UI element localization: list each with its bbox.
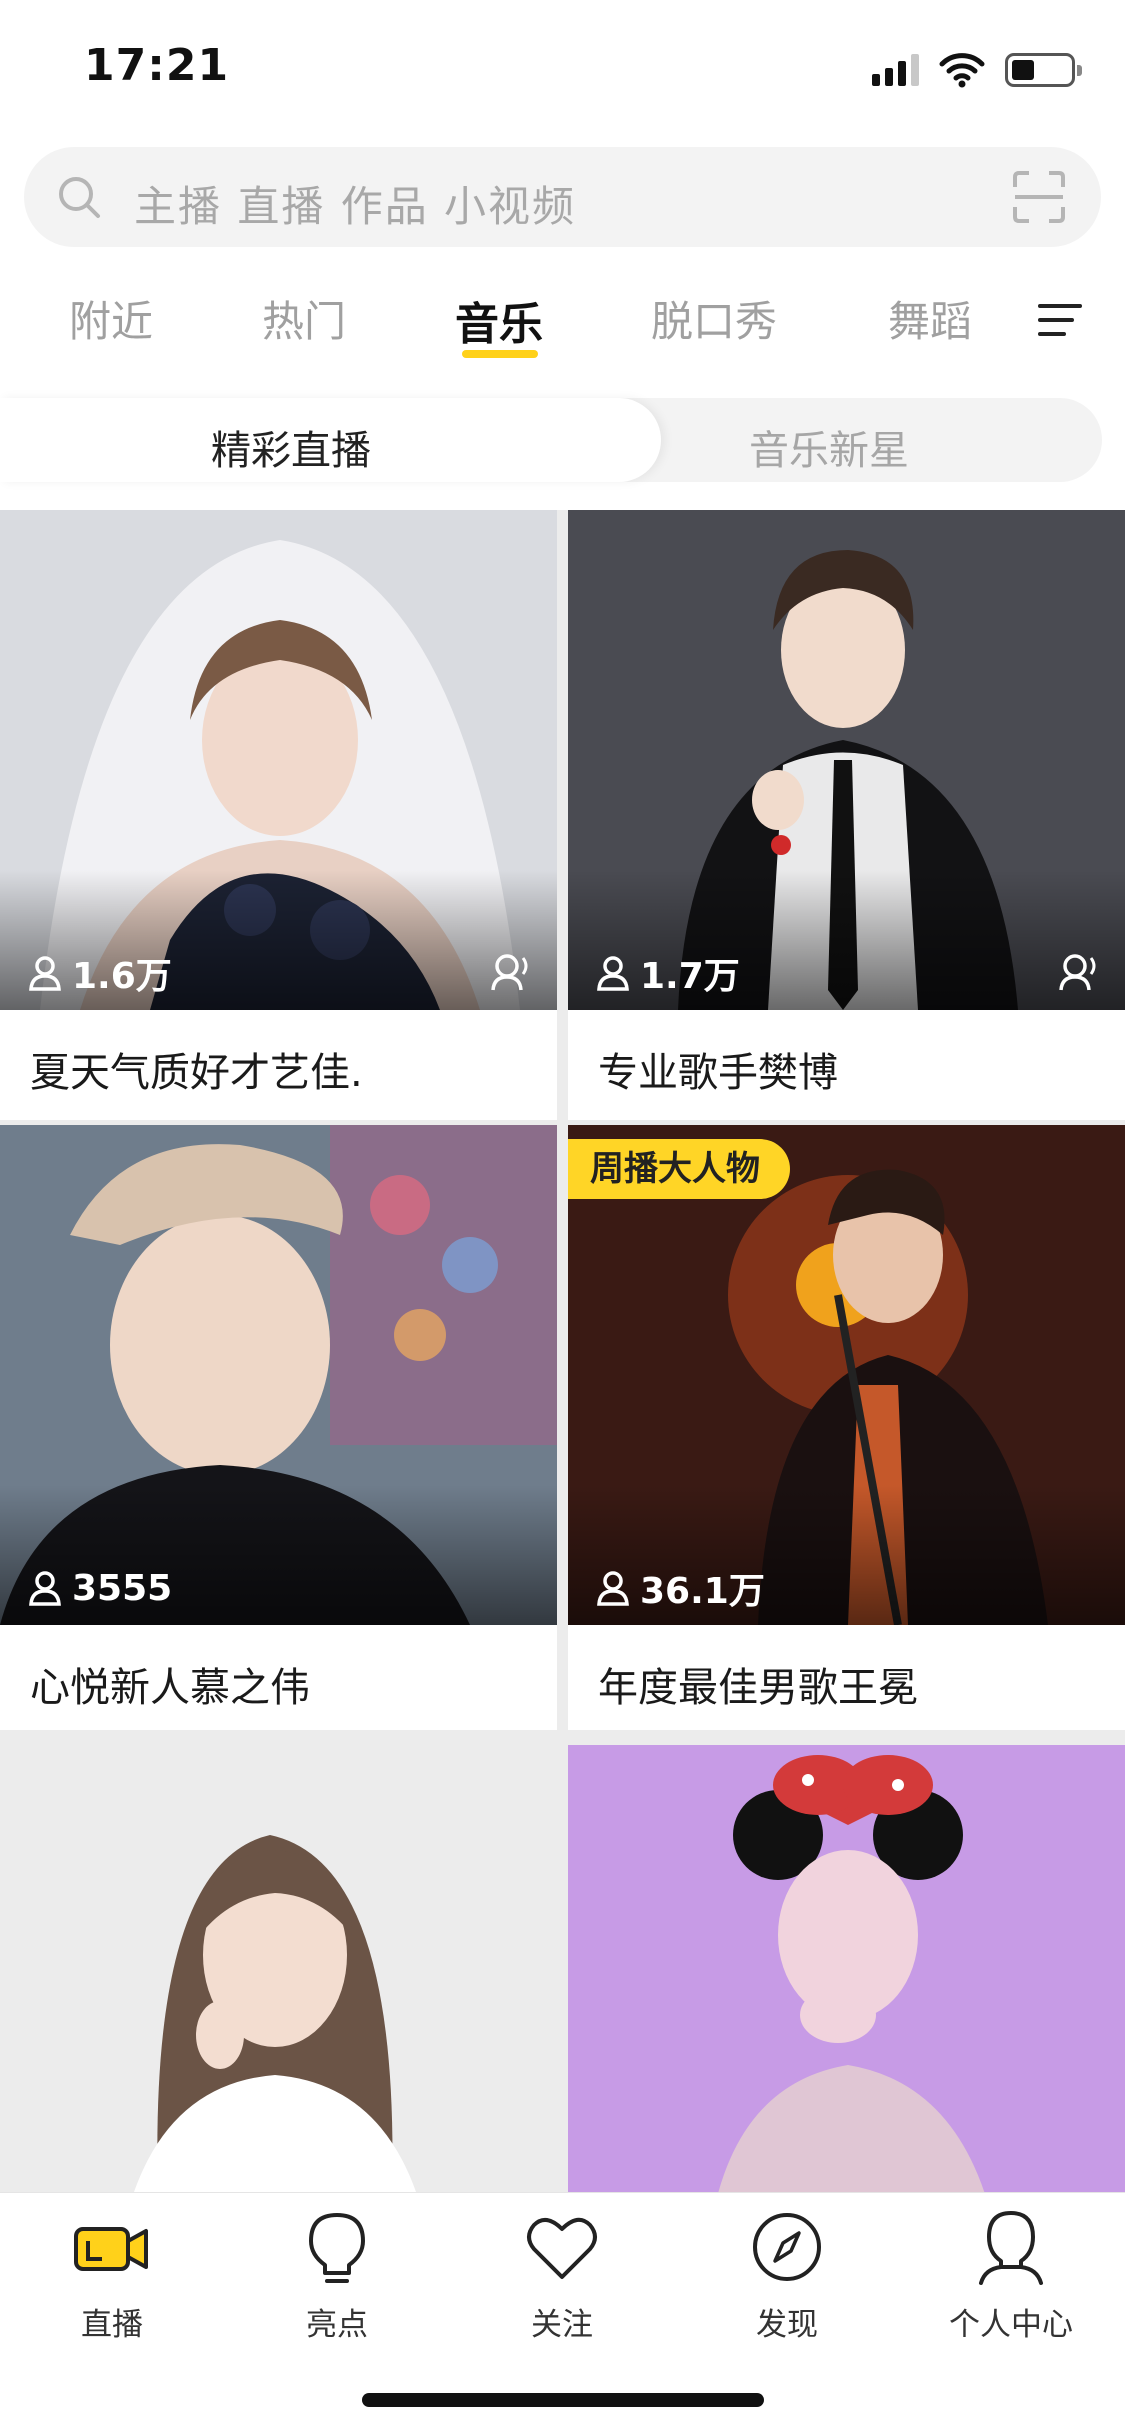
category-tabs: 附近 热门 音乐 脱口秀 舞蹈 bbox=[0, 280, 1125, 380]
viewer-icon bbox=[597, 1571, 629, 1606]
co-host-icon bbox=[491, 954, 528, 991]
nav-label: 直播 bbox=[81, 2307, 143, 2343]
viewer-count: 36.1万 bbox=[640, 1571, 765, 1612]
nav-discover[interactable]: 发现 bbox=[717, 2207, 857, 2344]
live-thumbnail[interactable] bbox=[0, 1745, 557, 2192]
tab-music[interactable]: 音乐 bbox=[455, 288, 543, 352]
live-title: 心悦新人慕之伟 bbox=[30, 1665, 310, 1711]
tab-nearby[interactable]: 附近 bbox=[69, 288, 153, 349]
viewer-icon bbox=[29, 956, 61, 991]
tab-popular[interactable]: 热门 bbox=[262, 288, 346, 349]
viewer-count-row: 3555 bbox=[28, 1565, 172, 1611]
segment-featured-live[interactable]: 精彩直播 bbox=[211, 418, 371, 476]
viewer-count: 1.7万 bbox=[640, 956, 740, 997]
live-thumbnail[interactable]: 3555 bbox=[0, 1125, 557, 1625]
live-card[interactable]: 1.6万 夏天气质好才艺佳. bbox=[0, 510, 557, 1120]
scan-icon[interactable] bbox=[1011, 169, 1067, 225]
nav-live[interactable]: 直播 bbox=[42, 2207, 182, 2344]
wifi-icon bbox=[939, 53, 985, 88]
search-icon bbox=[59, 177, 100, 218]
tab-dance[interactable]: 舞蹈 bbox=[888, 288, 972, 349]
live-card[interactable]: 3555 心悦新人慕之伟 bbox=[0, 1125, 557, 1730]
status-time: 17:21 bbox=[84, 40, 230, 91]
live-grid: 1.6万 夏天气质好才艺佳. 1.7万 专业歌手樊博 3555 心悦新人慕之伟 … bbox=[0, 510, 1125, 2192]
nav-following[interactable]: 关注 bbox=[492, 2207, 632, 2344]
cellular-signal-icon bbox=[872, 54, 919, 86]
live-title: 夏天气质好才艺佳. bbox=[30, 1050, 363, 1096]
viewer-count: 1.6万 bbox=[72, 956, 172, 997]
profile-icon bbox=[979, 2211, 1043, 2285]
live-thumbnail[interactable] bbox=[568, 1745, 1125, 2192]
tab-talk-show[interactable]: 脱口秀 bbox=[651, 288, 777, 349]
lightbulb-icon bbox=[309, 2213, 365, 2283]
nav-highlights[interactable]: 亮点 bbox=[267, 2207, 407, 2344]
menu-icon[interactable] bbox=[1036, 300, 1084, 340]
live-title: 年度最佳男歌王冕 bbox=[598, 1665, 918, 1711]
nav-label: 亮点 bbox=[306, 2307, 368, 2343]
viewer-count: 3555 bbox=[72, 1567, 173, 1609]
nav-label: 个人中心 bbox=[949, 2307, 1073, 2343]
search-bar[interactable]: 主播 直播 作品 小视频 bbox=[24, 147, 1101, 247]
live-card[interactable] bbox=[568, 1745, 1125, 2192]
live-thumbnail[interactable]: 周播大人物 36.1万 bbox=[568, 1125, 1125, 1625]
status-bar: 17:21 bbox=[0, 0, 1125, 135]
live-card[interactable]: 1.7万 专业歌手樊博 bbox=[568, 510, 1125, 1120]
featured-badge: 周播大人物 bbox=[568, 1139, 790, 1199]
co-host-icon bbox=[1059, 954, 1096, 991]
viewer-count-row: 1.6万 bbox=[28, 950, 172, 997]
nav-profile[interactable]: 个人中心 bbox=[941, 2207, 1081, 2344]
live-thumbnail[interactable]: 1.6万 bbox=[0, 510, 557, 1010]
live-title: 专业歌手樊博 bbox=[598, 1050, 838, 1096]
active-tab-indicator bbox=[462, 350, 538, 358]
search-input[interactable]: 主播 直播 作品 小视频 bbox=[134, 173, 576, 234]
status-icons bbox=[872, 50, 1082, 90]
live-camera-icon bbox=[74, 2227, 148, 2271]
viewer-count-row: 36.1万 bbox=[596, 1565, 765, 1612]
compass-icon bbox=[753, 2213, 821, 2281]
nav-label: 关注 bbox=[531, 2307, 593, 2343]
battery-icon bbox=[1005, 53, 1082, 87]
segment-control: 精彩直播 音乐新星 bbox=[0, 398, 1102, 482]
nav-label: 发现 bbox=[756, 2307, 818, 2343]
viewer-icon bbox=[597, 956, 629, 991]
heart-icon bbox=[527, 2217, 597, 2279]
viewer-count-row: 1.7万 bbox=[596, 950, 740, 997]
live-thumbnail[interactable]: 1.7万 bbox=[568, 510, 1125, 1010]
live-card[interactable]: 周播大人物 36.1万 年度最佳男歌王冕 bbox=[568, 1125, 1125, 1730]
live-card[interactable] bbox=[0, 1745, 557, 2192]
home-indicator[interactable] bbox=[362, 2393, 764, 2407]
segment-music-newstar[interactable]: 音乐新星 bbox=[749, 418, 909, 476]
viewer-icon bbox=[29, 1571, 61, 1606]
